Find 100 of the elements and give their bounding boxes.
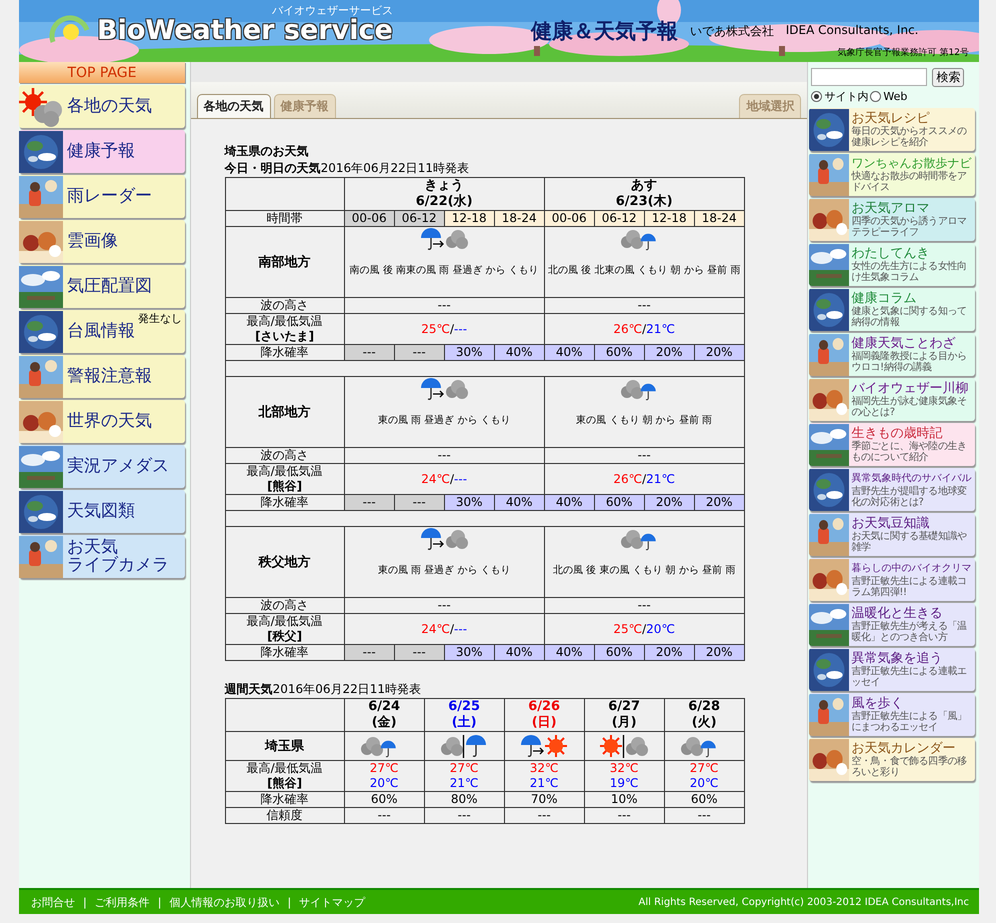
feature-link[interactable]: 健康コラム 健康と気象に関する知って納得の情報: [809, 288, 976, 331]
feature-link[interactable]: 異常気象時代のサバイバル 吉野先生が提唱する地球変化の対応術とは?: [809, 468, 976, 511]
rain-chance: 30%: [444, 494, 494, 510]
rain-chance: 40%: [494, 344, 544, 360]
rain-chance: 40%: [494, 644, 544, 660]
tab[interactable]: 各地の天気: [196, 94, 271, 118]
radio-button[interactable]: [870, 91, 882, 102]
nav-button[interactable]: 健康予報: [19, 130, 185, 173]
rain-chance: 10%: [584, 792, 664, 808]
nav-button[interactable]: お天気 ライブカメラ: [19, 535, 185, 578]
company-name: いであ株式会社: [690, 23, 774, 40]
low-temp: 19℃: [608, 776, 640, 791]
search-field[interactable]: [811, 68, 928, 86]
high-temp: 24℃: [421, 472, 450, 486]
row-label: 降水確率: [225, 644, 344, 660]
link-description: 女性の先生方による女性向け生気象コラム: [851, 261, 968, 283]
row-label: 降水確率: [225, 792, 344, 808]
feature-link[interactable]: わたしてんき 女性の先生方による女性向け生気象コラム: [809, 243, 976, 286]
link-title: お天気豆知識: [851, 516, 930, 531]
link-title: 異常気象時代のサバイバル: [851, 472, 972, 486]
low-temp: 21℃: [646, 472, 675, 486]
row-label: 波の高さ: [225, 298, 344, 314]
nav-button[interactable]: 天気図類: [19, 490, 185, 533]
feature-link[interactable]: バイオウェザー川柳 福岡先生が詠む健康気象その心とは?: [809, 378, 976, 421]
link-description: 吉野正敏先生による連載コラム第四弾!!: [851, 576, 968, 598]
feature-link[interactable]: お天気レシピ 毎日の天気からオススメの健康レシピを紹介: [809, 108, 976, 151]
feature-link[interactable]: 生きもの歳時記 季節ごとに、海や陸の生きものについて紹介: [809, 423, 976, 466]
row-label: 降水確率: [225, 494, 344, 510]
rain-chance: 20%: [644, 644, 694, 660]
link-description: お天気に関する基礎知識や雑学: [851, 531, 968, 553]
station-name: [熊谷]: [266, 776, 304, 791]
link-title: ワンちゃんお散歩ナビ: [851, 156, 972, 170]
rain-chance: 60%: [594, 644, 644, 660]
time-slot: 18-24: [494, 210, 544, 226]
low-temp: ---: [454, 622, 468, 636]
rain-chance: 20%: [694, 644, 744, 660]
rain-chance: 20%: [644, 494, 694, 510]
link-description: 吉野先生が提唱する地球変化の対応術とは?: [851, 486, 968, 508]
low-temp: ---: [454, 322, 468, 336]
row-label: 波の高さ: [225, 598, 344, 614]
nav-button[interactable]: 気圧配置図: [19, 265, 185, 308]
station-name: [熊谷]: [266, 479, 304, 494]
row-label: 信頼度: [225, 808, 344, 824]
umbrella-sun-icon: [520, 734, 568, 758]
station-name: [秩父]: [266, 629, 304, 644]
high-temp: 26℃: [613, 322, 642, 336]
radio-button[interactable]: [811, 91, 822, 102]
feature-link[interactable]: 暮らしの中のバイオクリマ 吉野正敏先生による連載コラム第四弾!!: [809, 558, 976, 601]
weather-text: 南の風 後 南東の風 雨 昼過ぎ から くもり: [348, 265, 540, 277]
rain-chance: ---: [394, 344, 444, 360]
weather-text: 東の風 雨 昼過ぎ から くもり: [376, 565, 512, 577]
day-heading: 6/26 (日): [528, 699, 560, 731]
feature-link[interactable]: 異常気象を追う 吉野正敏先生による連載エッセイ: [809, 648, 976, 691]
nav-button[interactable]: 世界の天気: [19, 400, 185, 443]
link-title: 異常気象を追う: [851, 651, 942, 666]
feature-link[interactable]: お天気豆知識 お天気に関する基礎知識や雑学: [809, 513, 976, 556]
radio-label: Web: [883, 90, 908, 103]
wave-value: ---: [344, 448, 544, 464]
high-temp: 25℃: [421, 322, 450, 336]
separator-text: |: [83, 896, 87, 908]
row-label: 時間帯: [225, 210, 344, 226]
nav-button[interactable]: 雨レーダー: [19, 175, 185, 218]
reliability-value: ---: [344, 808, 424, 824]
day-heading: 6/25 (土): [448, 699, 480, 731]
link-description: 快適なお散歩の時間帯をアドバイス: [851, 171, 968, 193]
high-temp: 26℃: [613, 472, 642, 486]
rain-chance: ---: [344, 494, 394, 510]
feature-link[interactable]: 風を歩く 吉野正敏先生による「風」にまつわるエッセイ: [809, 693, 976, 736]
weather-text: 北の風 後 東の風 くもり 朝 から 昼前 雨: [552, 565, 736, 577]
rain-chance: ---: [394, 644, 444, 660]
reliability-value: ---: [504, 808, 584, 824]
row-label: 最高/最低気温: [246, 614, 324, 629]
time-slot: 06-12: [594, 210, 644, 226]
time-slot: 00-06: [544, 210, 594, 226]
high-temp: 27℃: [448, 761, 480, 776]
row-label: 波の高さ: [225, 448, 344, 464]
low-temp: ---: [454, 472, 468, 486]
feature-link[interactable]: ワンちゃんお散歩ナビ 快適なお散歩の時間帯をアドバイス: [809, 153, 976, 196]
feature-link[interactable]: 温暖化と生きる 吉野正敏先生が考える「温暖化」とのつき合い方: [809, 603, 976, 646]
temp-separator: /: [642, 322, 646, 336]
region-name: 秩父地方: [258, 554, 311, 570]
rain-chance: 30%: [444, 344, 494, 360]
feature-link[interactable]: 健康天気ことわざ 福岡義隆教授による目からウロコ!納得の講義: [809, 333, 976, 376]
nav-button[interactable]: 警報注意報: [19, 355, 185, 398]
feature-link[interactable]: お天気カレンダー 空・鳥・食で飾る四季の移ろいと彩り: [809, 738, 976, 781]
link-description: 空・鳥・食で飾る四季の移ろいと彩り: [851, 756, 968, 778]
feature-link[interactable]: お天気アロマ 四季の天気から誘うアロマテラピーライフ: [809, 198, 976, 241]
low-temp: 21℃: [646, 322, 675, 336]
link-description: 吉野正敏先生が考える「温暖化」とのつき合い方: [851, 621, 968, 643]
search-button[interactable]: 検索: [932, 68, 964, 87]
weather-text: 東の風 雨 昼過ぎ から くもり: [376, 415, 512, 427]
day-heading: あす 6/23(木): [616, 178, 673, 210]
nav-button[interactable]: 各地の天気: [19, 85, 185, 128]
nav-button[interactable]: 雲画像: [19, 220, 185, 263]
wave-value: ---: [344, 298, 544, 314]
wave-value: ---: [544, 598, 744, 614]
station-name: [さいたま]: [254, 329, 316, 344]
radio-label: サイト内: [824, 89, 868, 104]
rain-chance: 60%: [594, 344, 644, 360]
nav-button[interactable]: 実況アメダス: [19, 445, 185, 488]
